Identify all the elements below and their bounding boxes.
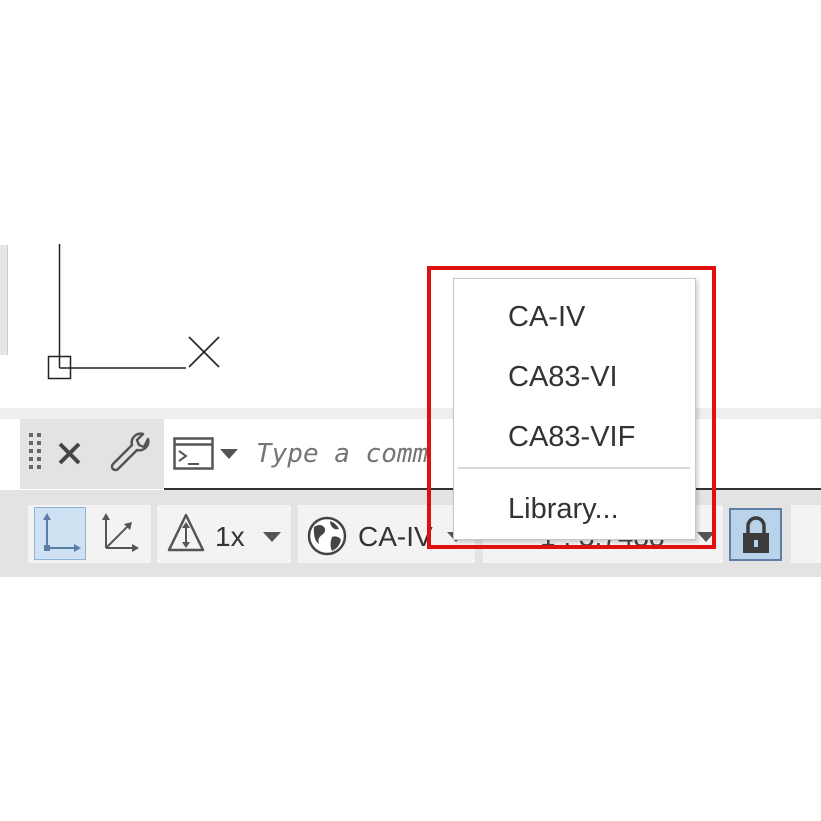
globe-icon[interactable] bbox=[306, 515, 348, 557]
status-segment-more bbox=[791, 505, 821, 563]
caret-down-icon[interactable] bbox=[219, 447, 239, 461]
lock-icon[interactable] bbox=[740, 515, 772, 555]
annotation-scale-icon[interactable] bbox=[165, 512, 207, 554]
coordinate-system-value[interactable]: CA-IV bbox=[358, 521, 433, 553]
ortho-axes-icon[interactable] bbox=[38, 510, 84, 556]
highlight-box bbox=[427, 266, 716, 549]
isometric-axes-icon[interactable] bbox=[97, 510, 143, 556]
wrench-icon[interactable] bbox=[108, 431, 154, 477]
left-panel-edge bbox=[0, 245, 8, 355]
annotation-caret-icon[interactable] bbox=[262, 530, 282, 544]
terminal-icon[interactable] bbox=[173, 437, 215, 471]
close-icon[interactable] bbox=[56, 440, 84, 468]
annotation-scale-value[interactable]: 1x bbox=[215, 521, 245, 553]
crosshair-x-icon bbox=[188, 336, 220, 368]
grip-dots-icon[interactable] bbox=[28, 432, 44, 476]
command-input[interactable] bbox=[256, 436, 456, 472]
